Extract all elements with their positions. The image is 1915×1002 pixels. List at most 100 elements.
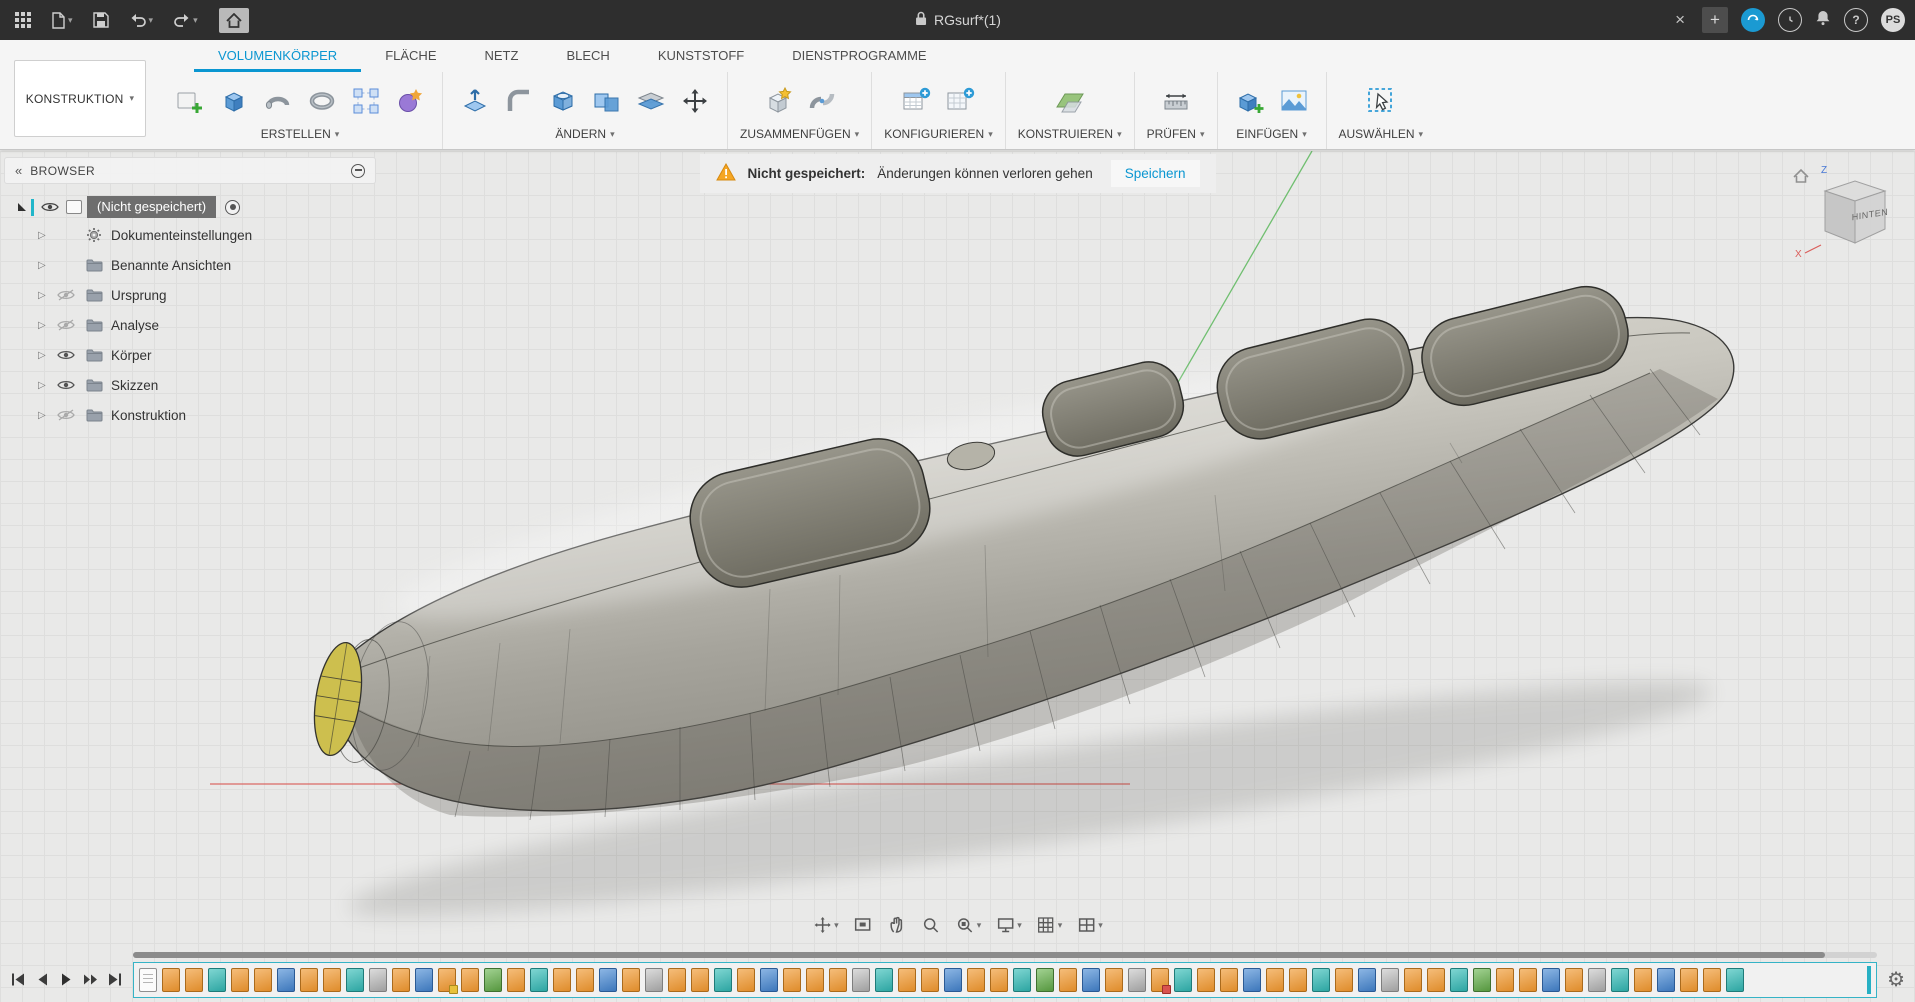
pattern-icon[interactable]: [346, 79, 386, 123]
select-tool-icon[interactable]: [1361, 79, 1401, 123]
timeline-feature-icon[interactable]: [990, 968, 1008, 992]
timeline-feature-icon[interactable]: [668, 968, 686, 992]
ribbon-tab[interactable]: KUNSTSTOFF: [634, 41, 768, 72]
activate-component-radio[interactable]: [225, 200, 240, 215]
timeline-feature-icon[interactable]: [346, 968, 364, 992]
timeline-feature-icon[interactable]: [415, 968, 433, 992]
group-dropdown-pruefen[interactable]: PRÜFEN▾: [1147, 127, 1205, 141]
grid-snap-button[interactable]: ▾: [1032, 912, 1067, 938]
timeline-feature-icon[interactable]: [208, 968, 226, 992]
construction-plane-icon[interactable]: [1050, 79, 1090, 123]
timeline-feature-icon[interactable]: [944, 968, 962, 992]
timeline-feature-icon[interactable]: [277, 968, 295, 992]
browser-tree-item[interactable]: ▷ Analyse: [4, 310, 376, 340]
timeline-feature-icon[interactable]: [875, 968, 893, 992]
timeline-feature-icon[interactable]: [1128, 968, 1146, 992]
timeline-feature-icon[interactable]: [1519, 968, 1537, 992]
timeline-feature-icon[interactable]: [1082, 968, 1100, 992]
group-dropdown-erstellen[interactable]: ERSTELLEN▾: [261, 127, 340, 141]
configuration-insert-icon[interactable]: [940, 79, 980, 123]
timeline-feature-icon[interactable]: [829, 968, 847, 992]
timeline-feature-icon[interactable]: [599, 968, 617, 992]
timeline-feature-icon[interactable]: [1266, 968, 1284, 992]
redo-button[interactable]: ▾: [168, 8, 203, 32]
timeline-feature-icon[interactable]: [1312, 968, 1330, 992]
browser-header[interactable]: « BROWSER: [4, 157, 376, 184]
timeline-feature-icon[interactable]: [254, 968, 272, 992]
group-dropdown-einfuegen[interactable]: EINFÜGEN▾: [1236, 127, 1307, 141]
combine-icon[interactable]: [587, 79, 627, 123]
timeline-feature-icon[interactable]: [1588, 968, 1606, 992]
timeline-feature-icon[interactable]: [1243, 968, 1261, 992]
timeline-feature-icon[interactable]: [1036, 968, 1054, 992]
timeline-feature-icon[interactable]: [898, 968, 916, 992]
timeline-feature-icon[interactable]: [1611, 968, 1629, 992]
split-body-icon[interactable]: [631, 79, 671, 123]
collapse-panel-icon[interactable]: «: [15, 163, 22, 178]
fillet-icon[interactable]: [499, 79, 539, 123]
timeline-feature-icon[interactable]: [1427, 968, 1445, 992]
revolve-icon[interactable]: [258, 79, 298, 123]
ribbon-tab[interactable]: NETZ: [461, 41, 543, 72]
visibility-toggle-icon[interactable]: [55, 349, 77, 361]
browser-tree-item[interactable]: ▷ Körper: [4, 340, 376, 370]
browser-tree-item[interactable]: ▷ Benannte Ansichten: [4, 250, 376, 280]
sweep-torus-icon[interactable]: [302, 79, 342, 123]
timeline-feature-icon[interactable]: [1381, 968, 1399, 992]
timeline-feature-icon[interactable]: [1404, 968, 1422, 992]
timeline-feature-icon[interactable]: [806, 968, 824, 992]
canvas-image-icon[interactable]: [1274, 79, 1314, 123]
timeline-feature-icon[interactable]: [530, 968, 548, 992]
timeline-feature-icon[interactable]: [645, 968, 663, 992]
browser-root-item[interactable]: (Nicht gespeichert): [4, 194, 376, 220]
expand-arrow-icon[interactable]: ▷: [38, 230, 48, 241]
group-dropdown-auswaehlen[interactable]: AUSWÄHLEN▾: [1339, 127, 1424, 141]
timeline-feature-icon[interactable]: [760, 968, 778, 992]
timeline-scrollbar[interactable]: [133, 952, 1877, 958]
minimize-panel-icon[interactable]: [351, 164, 365, 178]
timeline-feature-icon[interactable]: [162, 968, 180, 992]
timeline-feature-icon[interactable]: [1657, 968, 1675, 992]
new-component-icon[interactable]: [758, 79, 798, 123]
timeline-feature-icon[interactable]: [438, 968, 456, 992]
move-icon[interactable]: [675, 79, 715, 123]
step-back-button[interactable]: [34, 971, 51, 988]
create-sketch-icon[interactable]: [170, 79, 210, 123]
timeline-feature-icon[interactable]: [1220, 968, 1238, 992]
timeline-feature-icon[interactable]: [461, 968, 479, 992]
timeline-feature-icon[interactable]: [1726, 968, 1744, 992]
configuration-table-icon[interactable]: [896, 79, 936, 123]
timeline-feature-icon[interactable]: [1197, 968, 1215, 992]
new-tab-button[interactable]: +: [1702, 7, 1728, 33]
group-dropdown-aendern[interactable]: ÄNDERN▾: [555, 127, 614, 141]
timeline-feature-icon[interactable]: [1703, 968, 1721, 992]
timeline-feature-icon[interactable]: [1289, 968, 1307, 992]
ribbon-tab[interactable]: FLÄCHE: [361, 41, 460, 72]
save-button[interactable]: [88, 8, 114, 32]
model-body[interactable]: [307, 278, 1733, 952]
timeline-feature-icon[interactable]: [1358, 968, 1376, 992]
browser-tree-item[interactable]: ▷ Ursprung: [4, 280, 376, 310]
viewcube-home-icon[interactable]: [1794, 170, 1808, 182]
timeline-feature-icon[interactable]: [1542, 968, 1560, 992]
skip-to-start-button[interactable]: [10, 971, 27, 988]
visibility-toggle-icon[interactable]: [55, 289, 77, 301]
timeline-feature-icon[interactable]: [576, 968, 594, 992]
expand-arrow-icon[interactable]: ▷: [38, 410, 48, 421]
timeline-feature-icon[interactable]: [185, 968, 203, 992]
timeline-feature-icon[interactable]: [1105, 968, 1123, 992]
timeline-feature-icon[interactable]: [1634, 968, 1652, 992]
timeline-feature-icon[interactable]: [507, 968, 525, 992]
3d-viewport[interactable]: Nicht gespeichert: Änderungen können ver…: [0, 151, 1915, 1002]
expand-arrow-icon[interactable]: ▷: [38, 260, 48, 271]
extrude-icon[interactable]: [214, 79, 254, 123]
zoom-window-button[interactable]: ▾: [951, 912, 986, 938]
ribbon-tab[interactable]: BLECH: [542, 41, 633, 72]
expand-arrow-icon[interactable]: ▷: [38, 380, 48, 391]
display-settings-button[interactable]: ▾: [991, 912, 1026, 938]
timeline-feature-icon[interactable]: [1013, 968, 1031, 992]
expand-arrow-icon[interactable]: ▷: [38, 350, 48, 361]
timeline-feature-icon[interactable]: [392, 968, 410, 992]
home-view-button[interactable]: [219, 8, 249, 33]
close-tab-icon[interactable]: ×: [1671, 10, 1689, 30]
